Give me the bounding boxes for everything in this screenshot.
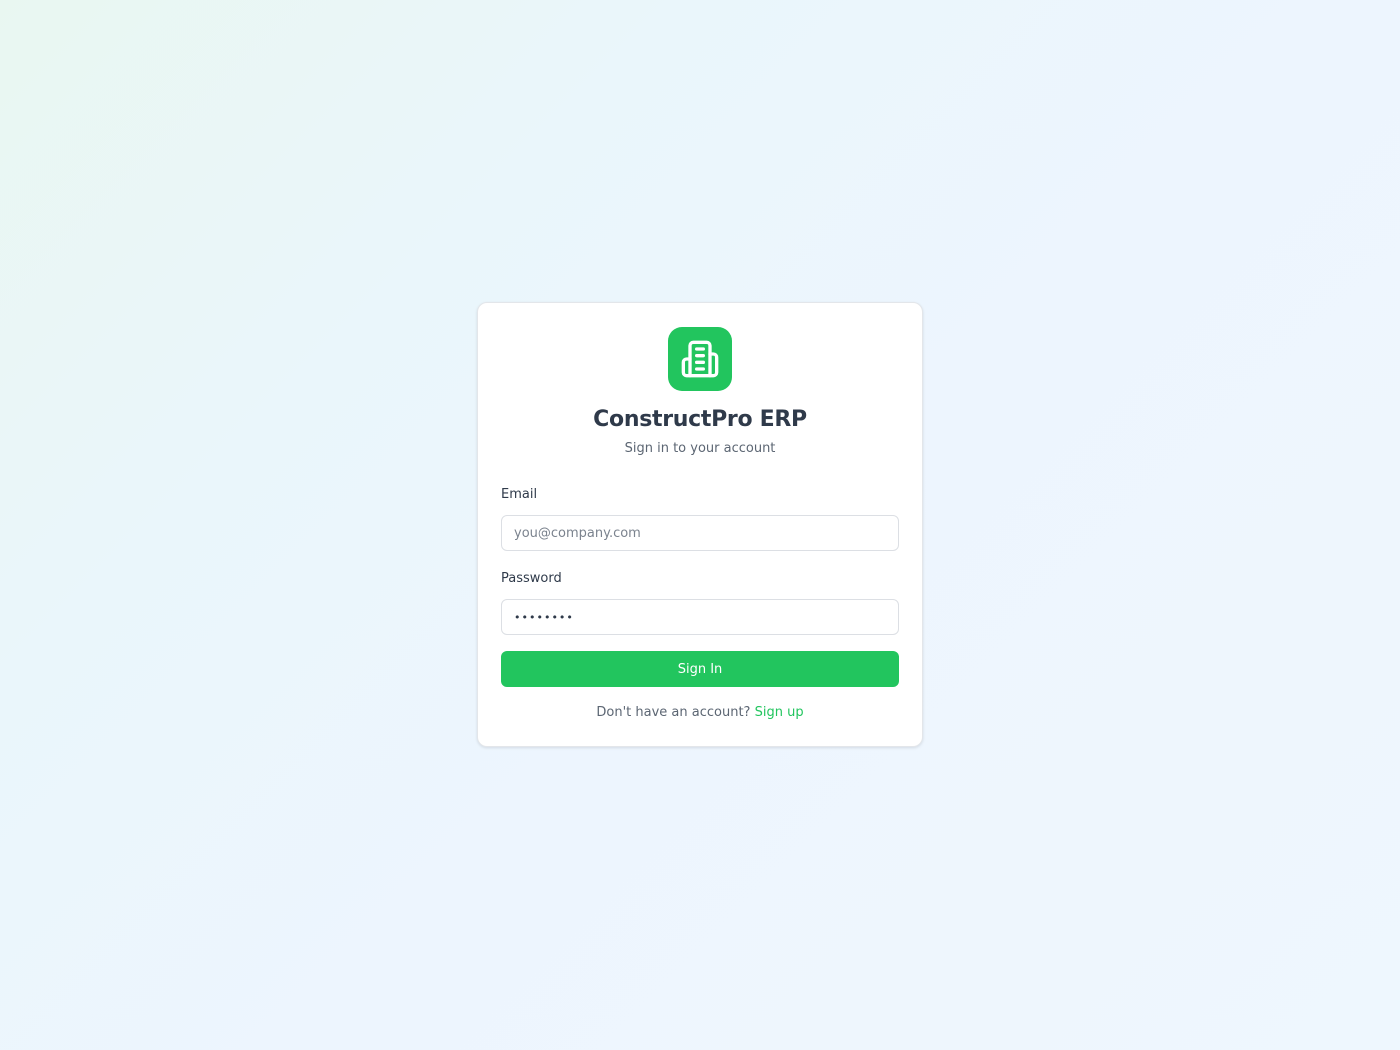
email-label: Email xyxy=(501,487,538,502)
app-title: ConstructPro ERP xyxy=(593,407,807,432)
signup-prompt: Don't have an account? Sign up xyxy=(478,705,922,720)
app-logo xyxy=(668,327,732,391)
app-subtitle: Sign in to your account xyxy=(624,441,776,456)
signup-prompt-text: Don't have an account? xyxy=(596,705,751,720)
password-field[interactable] xyxy=(501,599,899,635)
sign-in-button[interactable]: Sign In xyxy=(501,651,899,687)
login-card: ConstructPro ERP Sign in to your account… xyxy=(477,302,923,747)
email-field[interactable] xyxy=(501,515,899,551)
sign-up-link[interactable]: Sign up xyxy=(755,705,804,720)
password-label: Password xyxy=(501,571,562,586)
building-icon xyxy=(681,340,719,378)
